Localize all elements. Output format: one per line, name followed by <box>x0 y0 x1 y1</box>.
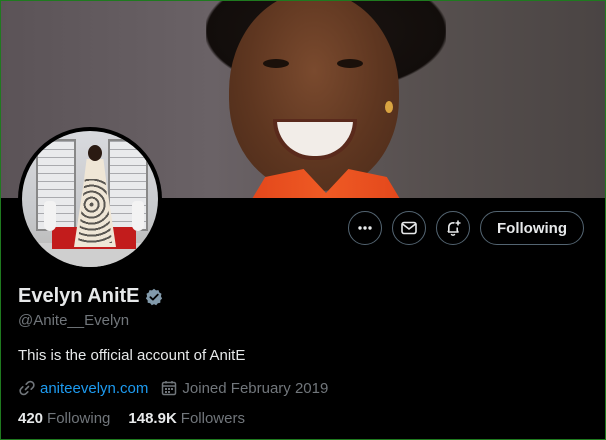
avatar-head <box>88 145 102 161</box>
calendar-icon <box>162 381 177 396</box>
joined-date: Joined February 2019 <box>182 379 329 397</box>
avatar-door-left <box>36 139 76 231</box>
avatar-photo <box>22 131 158 267</box>
following-stat[interactable]: 420 Following <box>18 410 110 427</box>
banner-earring <box>385 101 393 113</box>
banner-face <box>229 1 399 191</box>
website-link[interactable]: aniteevelyn.com <box>40 380 148 397</box>
follow-stats: 420 Following 148.9K Followers <box>18 410 263 427</box>
message-button[interactable] <box>392 211 426 245</box>
mail-icon <box>401 221 417 235</box>
website-item: aniteevelyn.com <box>18 379 148 397</box>
followers-stat[interactable]: 148.9K Followers <box>128 410 245 427</box>
link-icon <box>19 380 35 396</box>
verified-badge-icon[interactable] <box>145 288 163 306</box>
profile-bio: This is the official account of AnitE <box>18 347 246 364</box>
more-icon <box>358 226 372 230</box>
name-row: Evelyn AnitE <box>18 285 163 308</box>
following-label: Following <box>47 410 111 427</box>
bell-plus-icon <box>447 220 461 236</box>
followers-count: 148.9K <box>128 410 177 427</box>
following-count: 420 <box>18 410 44 427</box>
display-name: Evelyn AnitE <box>18 285 140 307</box>
user-handle: @Anite__Evelyn <box>18 312 130 329</box>
banner-eye-right <box>337 59 363 68</box>
joined-item: Joined February 2019 <box>160 379 328 397</box>
followers-label: Followers <box>180 410 245 427</box>
following-button[interactable]: Following <box>480 211 584 245</box>
more-button[interactable] <box>348 211 382 245</box>
avatar-vase-left <box>44 201 56 231</box>
profile-avatar[interactable] <box>18 127 162 271</box>
avatar-vase-right <box>132 201 144 231</box>
notifications-button[interactable] <box>436 211 470 245</box>
banner-eye-left <box>263 59 289 68</box>
profile-meta: aniteevelyn.com Joined February 2019 <box>18 379 340 397</box>
profile-page: Following Evelyn AnitE @Anite__Evelyn Th… <box>0 0 606 440</box>
